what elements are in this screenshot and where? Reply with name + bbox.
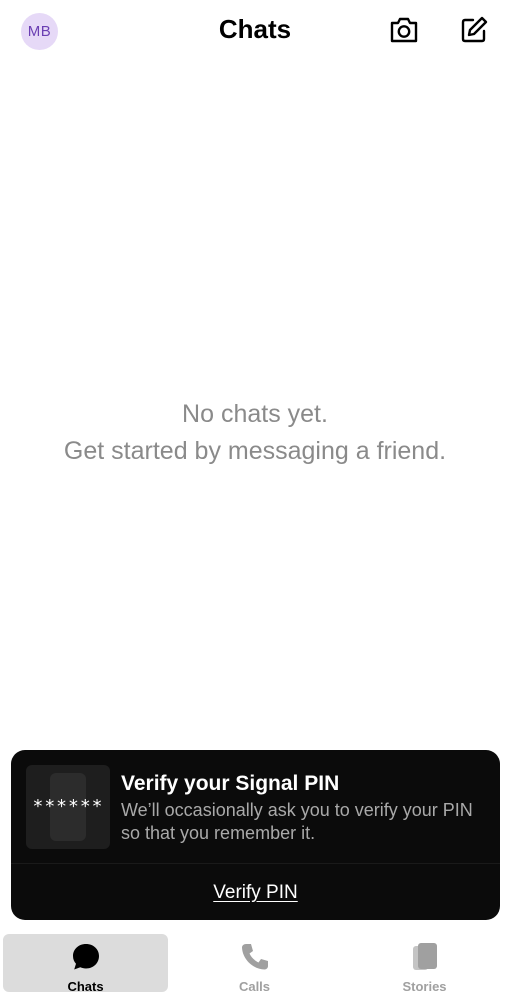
page-title: Chats — [218, 14, 292, 44]
compose-icon — [461, 16, 488, 43]
tab-label: Calls — [238, 979, 271, 994]
stories-icon — [412, 943, 437, 970]
chat-bubble-icon — [72, 944, 99, 970]
camera-button[interactable] — [388, 14, 420, 46]
verify-pin-card: ****** Verify your Signal PIN We’ll occa… — [11, 750, 500, 920]
pin-card-title: Verify your Signal PIN — [121, 772, 340, 795]
empty-state-subtitle: Get started by messaging a friend. — [63, 437, 447, 465]
empty-state-title: No chats yet. — [182, 400, 328, 428]
pin-stars: ****** — [32, 796, 104, 817]
pin-illustration: ****** — [26, 765, 110, 849]
empty-state: No chats yet. Get started by messaging a… — [0, 396, 510, 470]
tab-label: Chats — [67, 979, 104, 994]
tab-bar: Chats Calls Stories — [0, 930, 510, 1000]
pin-card-description: We’ll occasionally ask you to verify you… — [121, 800, 473, 843]
camera-icon — [390, 17, 418, 43]
tab-label: Stories — [402, 979, 447, 994]
tab-calls[interactable]: Calls — [172, 934, 337, 994]
tab-chats[interactable]: Chats — [3, 934, 168, 994]
phone-icon — [241, 944, 268, 970]
pin-card-divider — [11, 863, 500, 864]
verify-pin-button[interactable]: Verify PIN — [11, 882, 500, 904]
compose-button[interactable] — [458, 14, 490, 46]
tab-stories[interactable]: Stories — [342, 934, 507, 994]
top-bar: MB Chats — [0, 0, 510, 64]
